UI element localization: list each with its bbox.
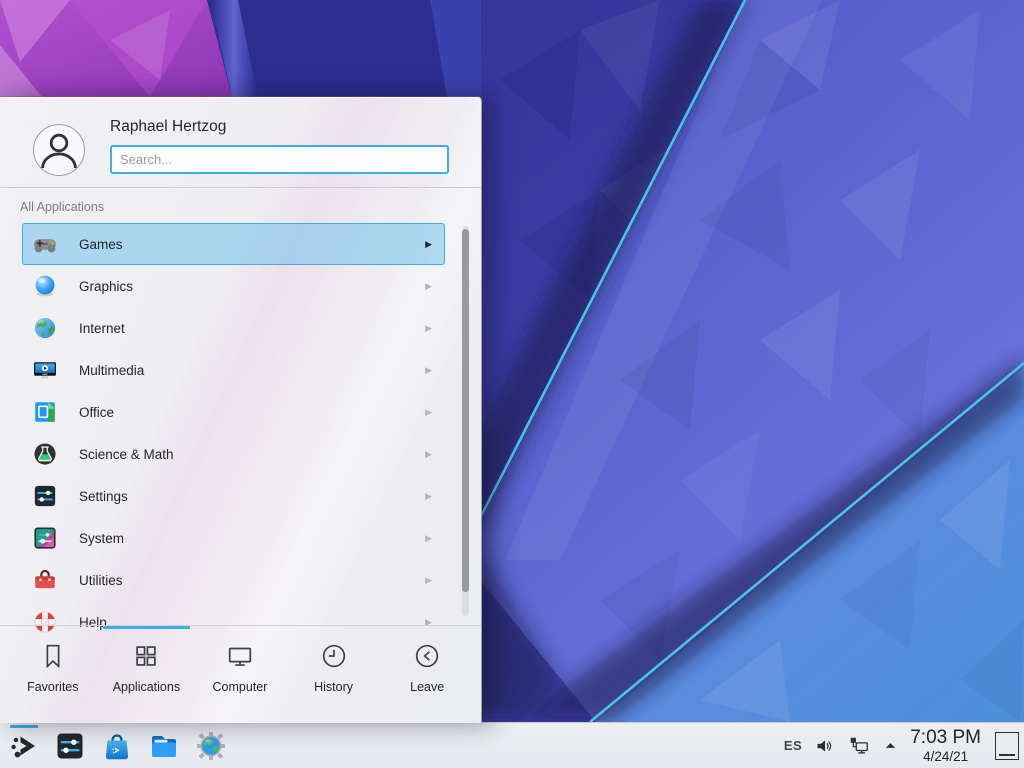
category-icon (32, 399, 58, 425)
category-item-utilities[interactable]: Utilities ▶ (22, 559, 445, 601)
network-icon[interactable] (848, 735, 870, 757)
category-item-games[interactable]: Games ▶ (22, 223, 445, 265)
tab-icon (412, 641, 442, 671)
tab-favorites[interactable]: Favorites (6, 635, 100, 715)
category-label: Games (79, 237, 425, 252)
submenu-arrow-icon: ▶ (425, 533, 432, 544)
tab-icon (319, 641, 349, 671)
launcher-active-indicator (10, 725, 38, 728)
category-label: Office (79, 405, 425, 420)
desktop: Raphael Hertzog All Applications Games ▶… (0, 0, 1024, 768)
user-avatar[interactable] (33, 124, 85, 176)
tab-label: Applications (113, 680, 180, 694)
submenu-arrow-icon: ▶ (425, 575, 432, 586)
category-icon (32, 441, 58, 467)
search-input[interactable] (110, 145, 449, 174)
submenu-arrow-icon: ▶ (425, 281, 432, 292)
taskbar-app-web-browser[interactable] (194, 726, 228, 766)
discover-icon (101, 730, 133, 762)
scrollbar-thumb[interactable] (462, 229, 469, 592)
active-tab-indicator (103, 626, 190, 629)
tab-label: History (314, 680, 353, 694)
tab-label: Computer (213, 680, 268, 694)
category-list: Games ▶ Graphics ▶ Internet ▶ Multimedia… (22, 223, 445, 643)
category-item-science-math[interactable]: Science & Math ▶ (22, 433, 445, 475)
category-label: Utilities (79, 573, 425, 588)
system-settings-icon (54, 730, 86, 762)
category-item-system[interactable]: System ▶ (22, 517, 445, 559)
taskbar-app-file-manager[interactable] (147, 726, 181, 766)
tab-icon (225, 641, 255, 671)
volume-icon[interactable] (815, 736, 835, 756)
user-icon (34, 125, 84, 175)
category-icon (32, 609, 58, 635)
tab-icon (131, 641, 161, 671)
tab-history[interactable]: History (287, 635, 381, 715)
category-label: Settings (79, 489, 425, 504)
tab-applications[interactable]: Applications (100, 635, 194, 715)
category-item-multimedia[interactable]: Multimedia ▶ (22, 349, 445, 391)
app-launcher-button[interactable] (7, 726, 41, 766)
category-icon (32, 231, 58, 257)
category-icon (32, 525, 58, 551)
category-label: Science & Math (79, 447, 425, 462)
submenu-arrow-icon: ▶ (425, 323, 432, 334)
show-desktop-icon (999, 754, 1015, 756)
category-icon (32, 357, 58, 383)
category-label: Multimedia (79, 363, 425, 378)
category-item-settings[interactable]: Settings ▶ (22, 475, 445, 517)
category-label: Internet (79, 321, 425, 336)
taskbar-app-system-settings[interactable] (53, 726, 87, 766)
header-divider (0, 187, 481, 188)
category-icon (32, 483, 58, 509)
application-launcher-menu: Raphael Hertzog All Applications Games ▶… (0, 97, 482, 723)
tab-leave[interactable]: Leave (380, 635, 474, 715)
tab-label: Favorites (27, 680, 78, 694)
expand-tray-icon[interactable] (883, 738, 898, 753)
category-item-internet[interactable]: Internet ▶ (22, 307, 445, 349)
submenu-arrow-icon: ▶ (425, 449, 432, 460)
file-manager-icon (148, 730, 180, 762)
tab-icon (38, 641, 68, 671)
category-label: Graphics (79, 279, 425, 294)
app-launcher-icon (8, 730, 40, 762)
category-icon (32, 273, 58, 299)
tab-bar: Favorites Applications Computer History … (6, 635, 474, 715)
scrollbar-track[interactable] (462, 226, 469, 616)
submenu-arrow-icon: ▶ (425, 239, 432, 250)
category-icon (32, 567, 58, 593)
tab-computer[interactable]: Computer (193, 635, 287, 715)
clock-date: 4/24/21 (910, 750, 981, 764)
tabbar-divider (0, 625, 481, 626)
web-browser-icon (195, 730, 227, 762)
submenu-arrow-icon: ▶ (425, 491, 432, 502)
submenu-arrow-icon: ▶ (425, 407, 432, 418)
submenu-arrow-icon: ▶ (425, 365, 432, 376)
taskbar-app-discover[interactable] (100, 726, 134, 766)
section-label: All Applications (20, 200, 104, 214)
user-name: Raphael Hertzog (110, 118, 226, 136)
taskbar: ES 7:03 PM 4/24/21 (0, 722, 1024, 768)
keyboard-layout-indicator[interactable]: ES (784, 738, 802, 753)
show-desktop-button[interactable] (995, 732, 1019, 760)
category-item-office[interactable]: Office ▶ (22, 391, 445, 433)
category-item-graphics[interactable]: Graphics ▶ (22, 265, 445, 307)
system-tray: ES (784, 735, 898, 757)
launcher-header: Raphael Hertzog (0, 98, 481, 187)
tab-label: Leave (410, 680, 444, 694)
search-field-wrap (110, 145, 449, 174)
category-icon (32, 315, 58, 341)
digital-clock[interactable]: 7:03 PM 4/24/21 (910, 728, 981, 764)
category-label: System (79, 531, 425, 546)
clock-time: 7:03 PM (910, 728, 981, 747)
